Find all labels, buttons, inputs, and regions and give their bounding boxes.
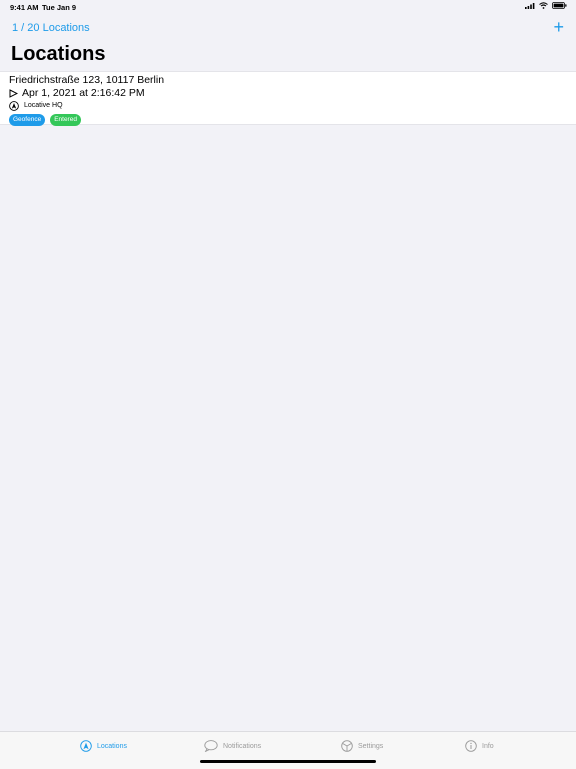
location-datetime: Apr 1, 2021 at 2:16:42 PM [22,87,145,99]
location-geofence-row: Locative HQ [9,100,566,111]
location-geofence-name: Locative HQ [24,102,63,109]
page-title: Locations [11,43,106,65]
tab-settings[interactable]: Settings [341,740,383,752]
location-arrow-icon [80,740,92,752]
back-button[interactable]: 1 / 20 Locations [12,22,90,34]
location-address: Friedrichstraße 123, 10117 Berlin [9,74,165,86]
status-bar: 9:41 AM Tue Jan 9 [0,0,576,14]
tab-label: Info [482,742,494,750]
info-icon [465,740,477,752]
cellular-signal-icon [525,2,535,9]
wifi-icon [539,2,548,9]
location-arrow-circle-icon [9,100,19,111]
add-location-button[interactable]: + [553,17,564,37]
tab-notifications[interactable]: Notifications [204,740,261,752]
play-triangle-icon [9,88,18,98]
tab-bar: Locations Notifications Settings Info [0,731,576,769]
entered-badge: Entered [50,114,81,126]
tab-locations[interactable]: Locations [80,740,127,752]
tab-label: Settings [358,742,384,750]
tab-label: Locations [97,742,127,750]
geofence-badge: Geofence [9,114,46,126]
home-indicator[interactable] [200,760,376,763]
tab-info[interactable]: Info [465,740,494,752]
location-date-row: Apr 1, 2021 at 2:16:42 PM [9,87,566,99]
status-date: Tue Jan 9 [42,3,77,12]
tab-label: Notifications [223,742,262,750]
navigation-bar: 1 / 20 Locations + [0,14,576,44]
location-row[interactable]: Friedrichstraße 123, 10117 Berlin Apr 1,… [0,72,576,126]
speech-bubble-icon [204,740,218,752]
location-badges: Geofence Entered [9,114,566,126]
settings-icon [341,740,353,752]
battery-icon [552,2,567,9]
status-time: 9:41 AM [10,3,39,12]
locations-list: Friedrichstraße 123, 10117 Berlin Apr 1,… [0,71,576,126]
status-indicators [525,2,567,9]
